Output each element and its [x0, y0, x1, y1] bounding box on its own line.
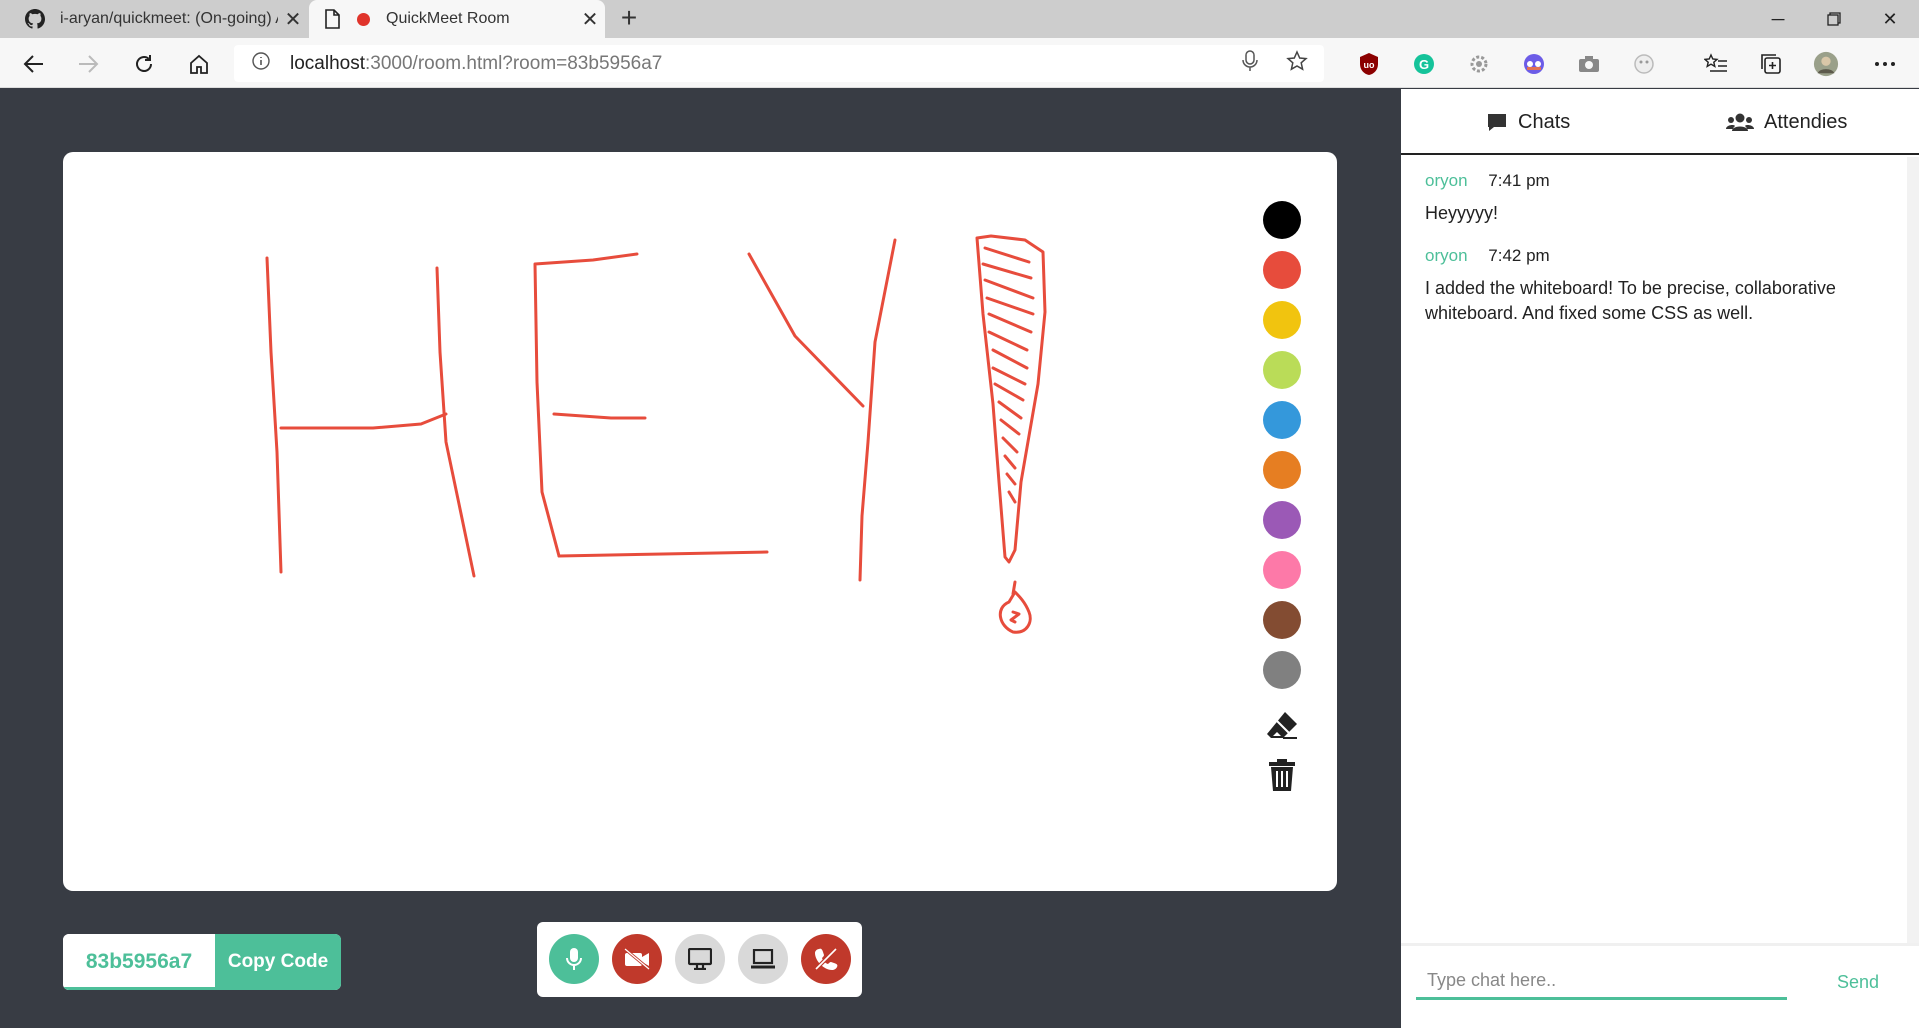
ublock-icon[interactable]: uo: [1356, 51, 1382, 77]
room-code-box: 83b5956a7 Copy Code: [63, 934, 341, 990]
room-code: 83b5956a7: [63, 934, 215, 990]
close-tab-icon[interactable]: ✕: [575, 7, 605, 32]
phone-slash-icon: [814, 947, 838, 971]
github-icon: [24, 8, 46, 30]
message-text: I added the whiteboard! To be precise, c…: [1425, 278, 1836, 323]
chat-messages: oryon 7:41 pm Heyyyyy! oryon 7:42 pm I a…: [1425, 171, 1911, 346]
address-bar[interactable]: localhost:3000/room.html?room=83b5956a7: [234, 45, 1324, 82]
chat-message: oryon 7:42 pm I added the whiteboard! To…: [1425, 246, 1911, 326]
send-button[interactable]: Send: [1837, 972, 1879, 993]
whiteboard-toggle-button[interactable]: [738, 934, 788, 984]
extension-gear-icon[interactable]: [1466, 51, 1492, 77]
tab-title: QuickMeet Room: [386, 10, 510, 27]
color-swatch-yellow[interactable]: [1263, 301, 1301, 339]
color-swatch-pink[interactable]: [1263, 551, 1301, 589]
color-swatch-purple[interactable]: [1263, 501, 1301, 539]
browser-toolbar: localhost:3000/room.html?room=83b5956a7 …: [0, 38, 1919, 88]
end-call-button[interactable]: [801, 934, 851, 984]
close-window-icon[interactable]: ✕: [1862, 0, 1918, 38]
color-swatch-black[interactable]: [1263, 201, 1301, 239]
forward-icon[interactable]: [70, 46, 106, 82]
desktop-icon: [688, 948, 712, 970]
whiteboard-canvas[interactable]: [63, 152, 1337, 891]
favorite-star-icon[interactable]: [1286, 50, 1308, 77]
extension-glasses-icon[interactable]: [1521, 51, 1547, 77]
more-menu-icon[interactable]: [1872, 51, 1898, 77]
screen-share-button[interactable]: [675, 934, 725, 984]
call-controls: [537, 922, 862, 997]
message-text: Heyyyyy!: [1425, 203, 1499, 223]
tab-chats-label: Chats: [1518, 110, 1571, 133]
profile-avatar[interactable]: [1813, 51, 1839, 77]
video-off-icon: [624, 948, 650, 970]
color-swatch-red[interactable]: [1263, 251, 1301, 289]
close-tab-icon[interactable]: ✕: [278, 7, 308, 32]
extension-face-icon[interactable]: [1631, 51, 1657, 77]
color-palette: [1263, 201, 1303, 701]
color-swatch-blue[interactable]: [1263, 401, 1301, 439]
video-toggle-button[interactable]: [612, 934, 662, 984]
svg-text:uo: uo: [1364, 60, 1375, 70]
page-icon: [321, 8, 343, 30]
mic-toggle-button[interactable]: [549, 934, 599, 984]
chat-scrollbar[interactable]: [1907, 157, 1919, 1027]
tab-title: i-aryan/quickmeet: (On-going) A: [60, 10, 278, 27]
microphone-icon[interactable]: [1242, 50, 1258, 77]
panel-tabs: Chats Attendies: [1401, 89, 1919, 155]
back-icon[interactable]: [16, 46, 52, 82]
message-author: oryon: [1425, 171, 1468, 190]
eraser-icon[interactable]: [1263, 706, 1301, 744]
copy-code-button[interactable]: Copy Code: [215, 934, 341, 990]
recording-dot-icon: [357, 12, 370, 26]
browser-tab-github[interactable]: i-aryan/quickmeet: (On-going) A ✕: [12, 0, 308, 38]
chat-message: oryon 7:41 pm Heyyyyy!: [1425, 171, 1911, 226]
tab-attendies-label: Attendies: [1764, 110, 1848, 133]
refresh-icon[interactable]: [126, 46, 162, 82]
color-swatch-green[interactable]: [1263, 351, 1301, 389]
site-info-icon[interactable]: [252, 52, 270, 75]
laptop-icon: [751, 949, 775, 969]
browser-tab-quickmeet[interactable]: QuickMeet Room ✕: [309, 0, 605, 38]
collections-icon[interactable]: [1758, 51, 1784, 77]
url-text: localhost:3000/room.html?room=83b5956a7: [290, 52, 663, 74]
chat-composer: Send: [1401, 943, 1919, 1028]
grammarly-icon[interactable]: G: [1411, 51, 1437, 77]
svg-text:G: G: [1419, 57, 1429, 72]
color-swatch-orange[interactable]: [1263, 451, 1301, 489]
trash-icon[interactable]: [1263, 756, 1301, 794]
whiteboard-drawing: [265, 234, 1047, 634]
chat-input[interactable]: [1416, 964, 1787, 1000]
minimize-icon[interactable]: ─: [1750, 0, 1806, 38]
microphone-icon: [566, 948, 582, 970]
favorites-list-icon[interactable]: [1703, 51, 1729, 77]
color-swatch-gray[interactable]: [1263, 651, 1301, 689]
tab-attendies[interactable]: Attendies: [1726, 89, 1847, 155]
tab-chats[interactable]: Chats: [1486, 89, 1570, 155]
message-time: 7:42 pm: [1488, 246, 1550, 265]
room-code-underline: [63, 987, 215, 990]
users-icon: [1726, 113, 1754, 131]
restore-icon[interactable]: [1806, 0, 1862, 38]
color-swatch-brown[interactable]: [1263, 601, 1301, 639]
camera-icon[interactable]: [1576, 51, 1602, 77]
browser-tab-bar: i-aryan/quickmeet: (On-going) A ✕ QuickM…: [0, 0, 1919, 38]
comment-icon: [1488, 114, 1506, 131]
message-author: oryon: [1425, 246, 1468, 265]
new-tab-button[interactable]: +: [614, 4, 644, 34]
message-time: 7:41 pm: [1488, 171, 1550, 190]
home-icon[interactable]: [181, 46, 217, 82]
side-panel: Chats Attendies oryon 7:41 pm Heyyyyy! o…: [1401, 89, 1919, 1028]
